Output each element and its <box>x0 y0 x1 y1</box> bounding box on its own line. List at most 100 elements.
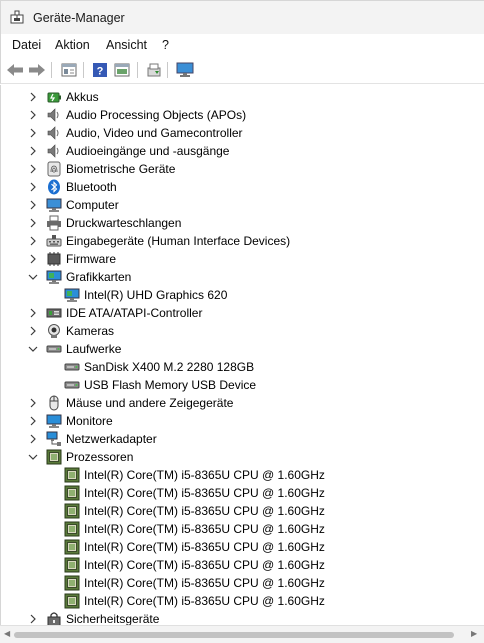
chevron-right-icon[interactable] <box>28 430 38 448</box>
tree-category[interactable]: Monitore <box>28 412 113 430</box>
tree-node-label: Biometrische Geräte <box>66 162 176 176</box>
tree-device[interactable]: Intel(R) Core(TM) i5-8365U CPU @ 1.60GHz <box>64 520 325 538</box>
drive-icon <box>64 359 80 375</box>
speaker-icon <box>46 125 62 141</box>
tree-device[interactable]: USB Flash Memory USB Device <box>64 376 256 394</box>
tree-device[interactable]: Intel(R) Core(TM) i5-8365U CPU @ 1.60GHz <box>64 538 325 556</box>
tree-category[interactable]: Eingabegeräte (Human Interface Devices) <box>28 232 290 250</box>
chevron-right-icon[interactable] <box>28 124 38 142</box>
tree-node-label: Laufwerke <box>66 342 122 356</box>
chevron-right-icon[interactable] <box>28 160 38 178</box>
chevron-right-icon[interactable] <box>28 610 38 625</box>
chevron-right-icon[interactable] <box>28 322 38 340</box>
chevron-down-icon[interactable] <box>28 340 38 358</box>
tree-node-label: Audio, Video und Gamecontroller <box>66 126 243 140</box>
tree-node-label: Intel(R) Core(TM) i5-8365U CPU @ 1.60GHz <box>84 504 325 518</box>
scroll-left-icon[interactable]: ◀ <box>4 629 10 638</box>
processor-icon <box>64 485 80 501</box>
tree-category[interactable]: Sicherheitsgeräte <box>28 610 159 625</box>
tree-node-label: Druckwarteschlangen <box>66 216 182 230</box>
security-device-icon <box>46 611 62 625</box>
tree-node-label: SanDisk X400 M.2 2280 128GB <box>84 360 255 374</box>
tree-node-label: Intel(R) Core(TM) i5-8365U CPU @ 1.60GHz <box>84 576 325 590</box>
tree-node-label: Intel(R) Core(TM) i5-8365U CPU @ 1.60GHz <box>84 558 325 572</box>
tree-device[interactable]: Intel(R) Core(TM) i5-8365U CPU @ 1.60GHz <box>64 556 325 574</box>
firmware-icon <box>46 251 62 267</box>
tree-category[interactable]: Firmware <box>28 250 116 268</box>
tree-node-label: Monitore <box>66 414 113 428</box>
tree-category[interactable]: Audioeingänge und -ausgänge <box>28 142 229 160</box>
toolbar-separator <box>137 62 138 78</box>
chevron-right-icon[interactable] <box>28 106 38 124</box>
printer-icon <box>46 215 62 231</box>
tree-node-label: Audioeingänge und -ausgänge <box>66 144 230 158</box>
menu-help[interactable]: ? <box>162 38 169 52</box>
tree-category[interactable]: Biometrische Geräte <box>28 160 175 178</box>
back-arrow-icon[interactable] <box>5 60 25 80</box>
menu-ansicht[interactable]: Ansicht <box>106 38 147 52</box>
menu-aktion[interactable]: Aktion <box>55 38 90 52</box>
chevron-right-icon[interactable] <box>28 304 38 322</box>
scroll-right-icon[interactable]: ▶ <box>471 629 477 638</box>
tree-device[interactable]: Intel(R) Core(TM) i5-8365U CPU @ 1.60GHz <box>64 484 325 502</box>
tree-category[interactable]: Akkus <box>28 88 99 106</box>
tree-category[interactable]: Netzwerkadapter <box>28 430 157 448</box>
chevron-right-icon[interactable] <box>28 196 38 214</box>
tree-device[interactable]: Intel(R) Core(TM) i5-8365U CPU @ 1.60GHz <box>64 466 325 484</box>
processor-icon <box>64 539 80 555</box>
processor-icon <box>64 503 80 519</box>
tree-category[interactable]: Audio Processing Objects (APOs) <box>28 106 246 124</box>
tree-device[interactable]: Intel(R) UHD Graphics 620 <box>64 286 227 304</box>
chevron-down-icon[interactable] <box>28 268 38 286</box>
chevron-right-icon[interactable] <box>28 214 38 232</box>
tree-category[interactable]: Prozessoren <box>28 448 133 466</box>
tree-category[interactable]: Mäuse und andere Zeigegeräte <box>28 394 233 412</box>
tree-node-label: Intel(R) Core(TM) i5-8365U CPU @ 1.60GHz <box>84 522 325 536</box>
update-driver-icon[interactable] <box>144 60 164 80</box>
horizontal-scrollbar[interactable]: ◀ ▶ <box>0 625 484 643</box>
tree-category[interactable]: Laufwerke <box>28 340 121 358</box>
tree-node-label: Prozessoren <box>66 450 134 464</box>
chevron-right-icon[interactable] <box>28 250 38 268</box>
tree-device[interactable]: Intel(R) Core(TM) i5-8365U CPU @ 1.60GHz <box>64 574 325 592</box>
chevron-down-icon[interactable] <box>28 448 38 466</box>
forward-arrow-icon[interactable] <box>27 60 47 80</box>
speaker-icon <box>46 143 62 159</box>
properties-icon[interactable] <box>59 60 79 80</box>
tree-category[interactable]: IDE ATA/ATAPI-Controller <box>28 304 202 322</box>
tree-device[interactable]: SanDisk X400 M.2 2280 128GB <box>64 358 254 376</box>
chevron-right-icon[interactable] <box>28 178 38 196</box>
tree-device[interactable]: Intel(R) Core(TM) i5-8365U CPU @ 1.60GHz <box>64 502 325 520</box>
tree-category[interactable]: Bluetooth <box>28 178 117 196</box>
chevron-right-icon[interactable] <box>28 232 38 250</box>
scrollbar-thumb[interactable] <box>14 632 454 638</box>
tree-category[interactable]: Audio, Video und Gamecontroller <box>28 124 243 142</box>
svg-text:?: ? <box>97 66 104 78</box>
tree-device[interactable]: Intel(R) Core(TM) i5-8365U CPU @ 1.60GHz <box>64 592 325 610</box>
chevron-right-icon[interactable] <box>28 88 38 106</box>
tree-node-label: Intel(R) Core(TM) i5-8365U CPU @ 1.60GHz <box>84 594 325 608</box>
chevron-right-icon[interactable] <box>28 142 38 160</box>
tree-category[interactable]: Druckwarteschlangen <box>28 214 181 232</box>
tree-node-label: Intel(R) UHD Graphics 620 <box>84 288 228 302</box>
monitor-icon[interactable] <box>175 60 195 80</box>
tree-node-label: Computer <box>66 198 119 212</box>
title-bar: Geräte-Manager <box>0 0 484 34</box>
tree-category[interactable]: Grafikkarten <box>28 268 131 286</box>
drive-icon <box>64 377 80 393</box>
tree-category[interactable]: Computer <box>28 196 119 214</box>
chevron-right-icon[interactable] <box>28 412 38 430</box>
device-tree[interactable]: Akkus Audio Processing Objects (APOs) Audi… <box>0 85 484 625</box>
fingerprint-icon <box>46 161 62 177</box>
view-icon[interactable] <box>112 60 132 80</box>
menu-datei[interactable]: Datei <box>12 38 41 52</box>
battery-icon <box>46 89 62 105</box>
menu-bar: Datei Aktion Ansicht ? <box>0 34 484 56</box>
bluetooth-icon <box>46 179 62 195</box>
tree-node-label: Akkus <box>66 90 99 104</box>
speaker-icon <box>46 107 62 123</box>
tree-node-label: Mäuse und andere Zeigegeräte <box>66 396 234 410</box>
chevron-right-icon[interactable] <box>28 394 38 412</box>
help-icon[interactable]: ? <box>90 60 110 80</box>
tree-category[interactable]: Kameras <box>28 322 114 340</box>
